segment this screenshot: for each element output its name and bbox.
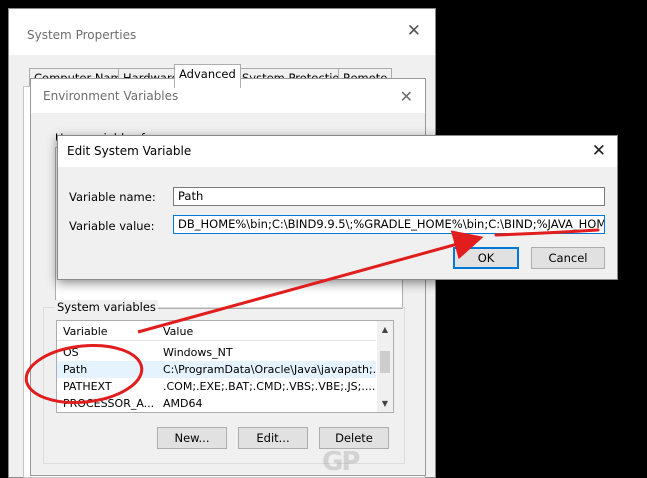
watermark-logo: GP: [322, 447, 360, 477]
scrollbar-thumb[interactable]: [380, 351, 390, 373]
edit-button[interactable]: Edit...: [238, 427, 308, 449]
column-header-variable[interactable]: Variable: [63, 325, 108, 338]
table-row[interactable]: PATHEXT .COM;.EXE;.BAT;.CMD;.VBS;.VBE;.J…: [57, 378, 376, 395]
variable-name-label: Variable name:: [69, 190, 156, 204]
edit-variable-titlebar[interactable]: Edit System Variable ✕: [58, 136, 617, 167]
column-header-value[interactable]: Value: [163, 325, 193, 338]
edit-system-variable-dialog: Edit System Variable ✕ Variable name: Pa…: [57, 135, 618, 280]
close-icon[interactable]: ✕: [592, 141, 606, 161]
tab-advanced[interactable]: Advanced: [174, 64, 241, 88]
environment-variables-title: Environment Variables: [43, 89, 179, 103]
table-row[interactable]: OS Windows_NT: [57, 344, 376, 361]
ok-button[interactable]: OK: [453, 247, 519, 269]
variable-value-field[interactable]: DB_HOME%\bin;C:\BIND9.9.5\;%GRADLE_HOME%…: [173, 215, 605, 234]
variable-name-field[interactable]: Path: [173, 187, 605, 206]
delete-button[interactable]: Delete: [319, 427, 389, 449]
variable-cell: PROCESSOR_A...: [63, 397, 155, 410]
variable-cell: PATHEXT: [63, 380, 112, 393]
scroll-down-icon[interactable]: ▼: [377, 395, 393, 412]
system-variables-table: Variable Value OS Windows_NT Path C:\Pro…: [56, 320, 394, 413]
value-cell: AMD64: [163, 397, 203, 410]
new-button[interactable]: New...: [157, 427, 227, 449]
table-row[interactable]: PROCESSOR_A... AMD64: [57, 395, 376, 412]
variable-value-label: Variable value:: [69, 219, 155, 233]
close-icon[interactable]: ✕: [400, 87, 413, 106]
vertical-scrollbar[interactable]: ▲ ▼: [377, 321, 393, 412]
variable-cell: Path: [63, 363, 88, 376]
value-cell: .COM;.EXE;.BAT;.CMD;.VBS;.VBE;.JS;....: [163, 380, 375, 393]
edit-variable-title: Edit System Variable: [67, 144, 192, 158]
scroll-up-icon[interactable]: ▲: [377, 321, 393, 338]
close-icon[interactable]: ✕: [407, 23, 421, 40]
variable-cell: OS: [63, 346, 79, 359]
system-properties-title: System Properties: [27, 28, 137, 42]
table-row[interactable]: Path C:\ProgramData\Oracle\Java\javapath…: [57, 361, 376, 378]
value-cell: Windows_NT: [163, 346, 233, 359]
table-header: Variable Value: [57, 321, 376, 341]
system-variables-label: System variables: [55, 300, 158, 314]
system-properties-titlebar[interactable]: System Properties ✕: [9, 9, 435, 55]
value-cell: C:\ProgramData\Oracle\Java\javapath;...: [163, 363, 375, 376]
cancel-button[interactable]: Cancel: [531, 247, 605, 269]
